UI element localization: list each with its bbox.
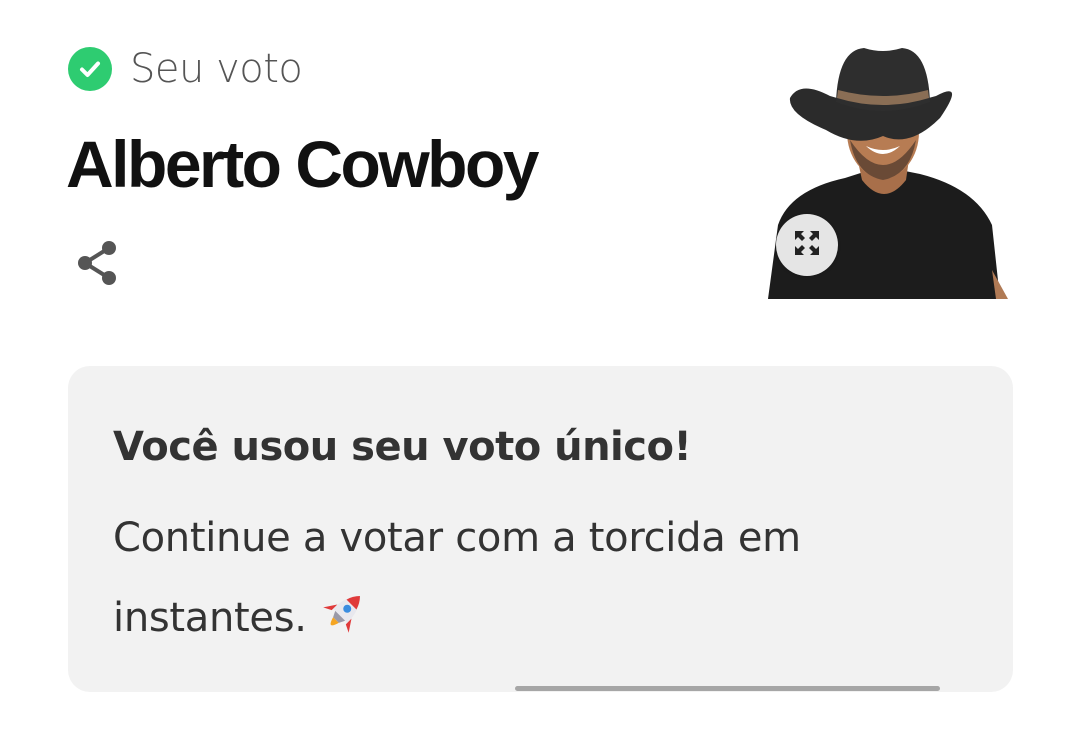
card-message-text: Continue a votar com a torcida em instan… [113,515,801,641]
expand-icon [792,228,822,262]
progress-fill [515,686,940,691]
rocket-icon [317,586,369,666]
vote-status-label: Seu voto [130,46,303,92]
card-message: Continue a votar com a torcida em instan… [113,498,873,666]
share-button[interactable] [68,236,126,294]
candidate-name: Alberto Cowboy [66,127,540,201]
progress-bar [515,686,940,691]
vote-confirmation-card: Você usou seu voto único! Continue a vot… [68,366,1013,692]
share-icon [73,238,121,292]
vote-status: Seu voto [68,46,303,92]
card-title: Você usou seu voto único! [113,424,692,470]
check-circle-icon [68,47,112,91]
expand-photo-button[interactable] [776,214,838,276]
